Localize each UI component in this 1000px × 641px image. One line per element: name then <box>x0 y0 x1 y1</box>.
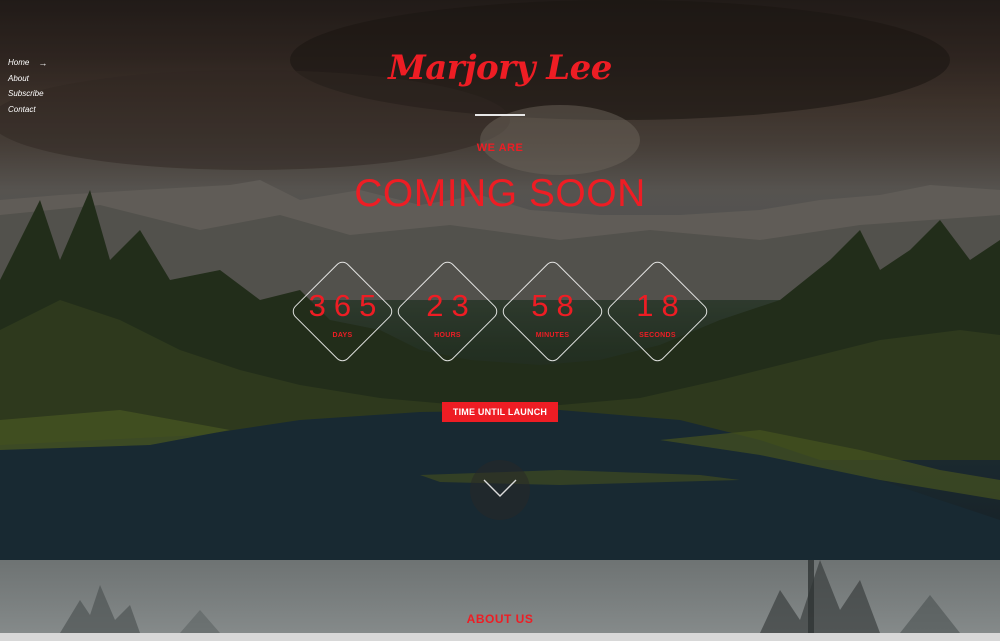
countdown-value: 18 <box>636 288 687 323</box>
countdown-value: 23 <box>426 288 477 323</box>
page-bottom-strip <box>0 633 1000 641</box>
nav-item-contact[interactable]: Contact <box>8 102 47 118</box>
countdown-value: 365 <box>308 288 385 323</box>
about-title: ABOUT US <box>466 612 534 626</box>
chevron-down-icon <box>483 479 517 497</box>
hero-eyebrow: WE ARE <box>476 142 524 154</box>
hero-headline: COMING SOON <box>354 172 646 215</box>
countdown-label: HOURS <box>434 332 461 339</box>
brand-name: Marjory Lee <box>388 48 612 88</box>
countdown-hours: 23 HOURS <box>394 258 501 365</box>
time-until-launch-button[interactable]: TIME UNTIL LAUNCH <box>442 402 558 422</box>
scroll-down-button[interactable] <box>470 460 530 520</box>
countdown-label: MINUTES <box>535 332 570 339</box>
countdown-label: SECONDS <box>639 332 676 339</box>
countdown-minutes: 58 MINUTES <box>499 258 606 365</box>
title-divider <box>475 114 525 116</box>
countdown-timer: 365 DAYS 23 HOURS 58 MINUTES 18 SECONDS <box>289 258 711 365</box>
countdown-label: DAYS <box>332 332 353 339</box>
nav-item-label: Contact <box>8 104 36 114</box>
countdown-seconds: 18 SECONDS <box>604 258 711 365</box>
brand-logo[interactable]: Marjory Lee <box>0 48 1000 88</box>
countdown-days: 365 DAYS <box>289 258 396 365</box>
nav-item-subscribe[interactable]: Subscribe <box>8 86 47 102</box>
countdown-value: 58 <box>531 288 582 323</box>
nav-item-label: Subscribe <box>8 89 44 99</box>
